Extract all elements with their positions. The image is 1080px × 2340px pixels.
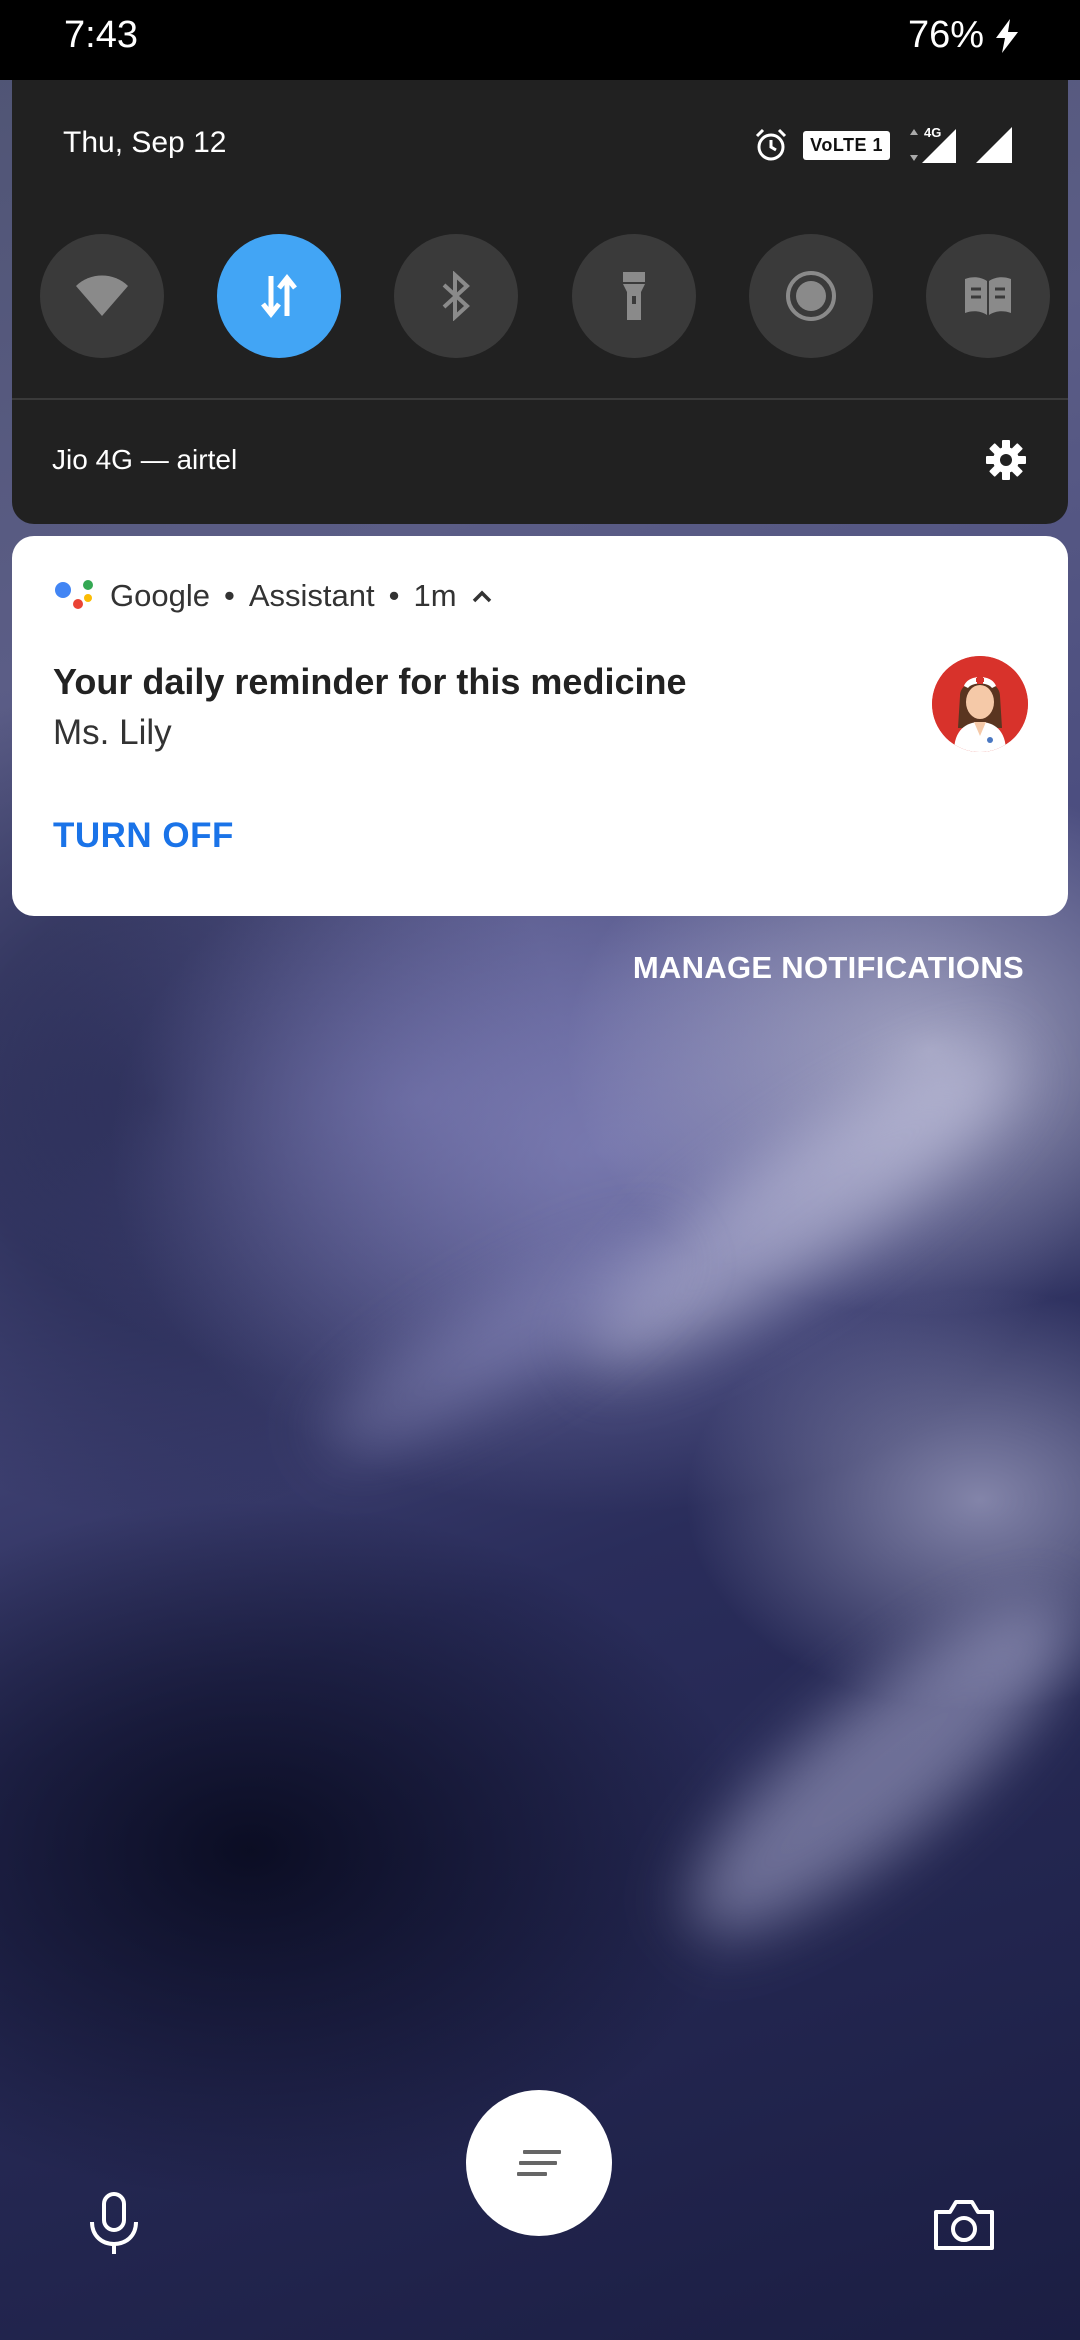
notification-title: Your daily reminder for this medicine	[53, 661, 687, 702]
google-assistant-icon	[55, 580, 93, 609]
notification-sub-app: Assistant	[248, 578, 375, 613]
alarm-icon	[756, 128, 787, 161]
tile-screen-record[interactable]	[748, 234, 873, 358]
wallpaper-streak	[651, 1562, 1080, 1978]
tile-bluetooth[interactable]	[394, 234, 519, 358]
notification-header[interactable]: Google • Assistant • 1m	[54, 578, 493, 614]
tile-reading-mode[interactable]	[925, 234, 1050, 358]
qs-tiles	[40, 234, 1050, 358]
network-type-label: 4G	[924, 125, 941, 140]
nurse-avatar-icon	[932, 656, 1028, 752]
turn-off-button[interactable]: TURN OFF	[53, 816, 234, 856]
chevron-up-icon[interactable]	[471, 589, 493, 603]
assistant-button[interactable]	[466, 2090, 612, 2236]
wallpaper-streak	[552, 1011, 1048, 1409]
flashlight-icon	[622, 272, 645, 320]
record-icon	[785, 271, 836, 321]
header-separator: •	[223, 578, 235, 613]
qs-status-icons: VoLTE 1 4G	[753, 124, 1014, 166]
notification-text: Ms. Lily	[53, 713, 172, 752]
notification-card[interactable]: Google • Assistant • 1m Your daily remin…	[12, 536, 1068, 916]
4g-signal-icon: 4G	[910, 125, 956, 163]
volte-badge: VoLTE 1	[803, 130, 890, 160]
qs-date[interactable]: Thu, Sep 12	[63, 126, 226, 160]
status-right: 76%	[908, 14, 1020, 57]
tile-mobile-data[interactable]	[217, 234, 342, 358]
camera-icon[interactable]	[932, 2198, 996, 2252]
book-icon	[964, 277, 1011, 315]
carrier-label: Jio 4G — airtel	[52, 444, 238, 475]
status-bar: 7:43 76%	[0, 0, 1080, 80]
notification-app-name: Google	[110, 578, 210, 613]
menu-lines-icon	[517, 2150, 561, 2176]
wifi-icon	[76, 275, 128, 316]
signal-icon	[976, 127, 1012, 163]
qs-divider	[12, 398, 1068, 400]
status-time: 7:43	[64, 14, 138, 56]
data-arrows-icon	[261, 273, 298, 319]
notification-time: 1m	[413, 578, 457, 613]
quick-settings-panel: Thu, Sep 12 VoLTE 1 4G Jio 4G — airtel	[12, 80, 1068, 524]
manage-notifications-button[interactable]: MANAGE NOTIFICATIONS	[633, 950, 1024, 986]
tile-wifi[interactable]	[40, 234, 164, 358]
microphone-icon[interactable]	[86, 2192, 142, 2256]
bluetooth-icon	[443, 271, 471, 321]
battery-level: 76%	[907, 14, 984, 56]
bolt-icon	[996, 18, 1018, 53]
tile-flashlight[interactable]	[571, 234, 696, 358]
header-separator: •	[388, 578, 400, 613]
gear-icon[interactable]	[984, 438, 1028, 482]
